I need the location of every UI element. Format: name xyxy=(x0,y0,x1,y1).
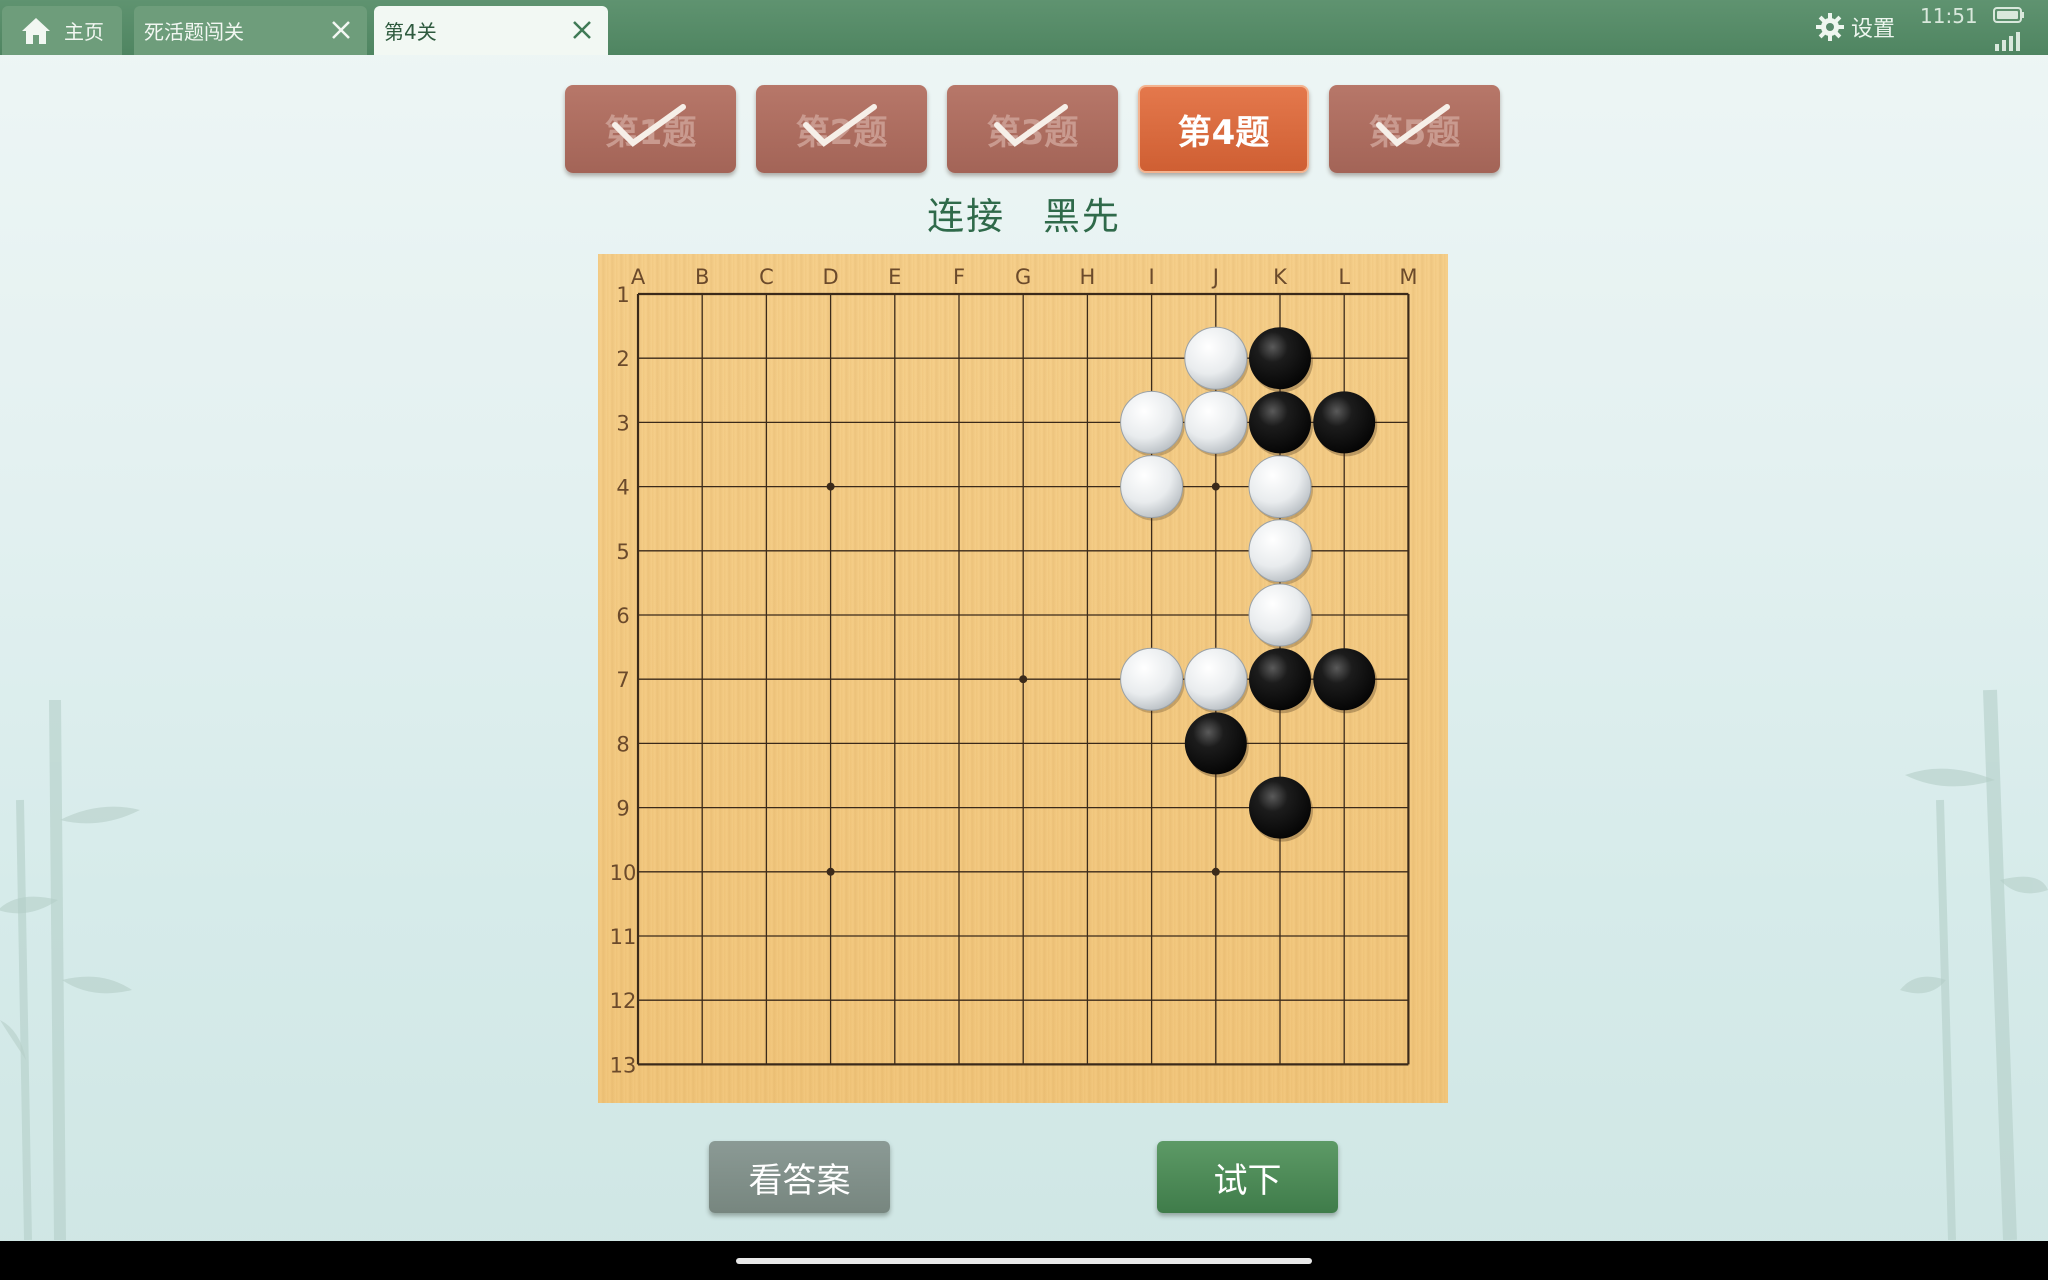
go-board[interactable]: A B C D E F G H I J K L M 1 2 3 4 5 6 7 8 9 10 11 12 13 xyxy=(598,254,1448,1103)
row-label: 12 xyxy=(610,989,637,1013)
tab-label: 主页 xyxy=(64,20,104,44)
title-bar: 主页 死活题闯关 第4关 设置 11:51 xyxy=(0,0,2048,55)
checkmark-icon xyxy=(803,104,877,147)
checkmark-icon xyxy=(1376,104,1450,147)
white-stone[interactable] xyxy=(1120,647,1184,711)
problem-description: 连接 黑先 xyxy=(0,186,2048,240)
board-grid[interactable]: A B C D E F G H I J K L M12345678910111213 xyxy=(598,254,1448,1103)
column-label: G xyxy=(1015,265,1031,289)
tab-label: 死活题闯关 xyxy=(144,20,244,44)
button-label: 看答案 xyxy=(748,1160,851,1201)
column-label: H xyxy=(1080,265,1096,289)
button-label: 试下 xyxy=(1213,1160,1282,1201)
star-point xyxy=(1211,482,1220,491)
gear-icon xyxy=(1816,13,1844,41)
question-3-button[interactable]: 第3题 xyxy=(947,85,1118,173)
home-icon xyxy=(22,17,50,44)
star-point xyxy=(826,867,835,876)
column-label: E xyxy=(888,265,901,289)
checkmark-icon xyxy=(994,104,1068,147)
bamboo-decoration-left xyxy=(0,699,140,1240)
star-point xyxy=(1019,675,1028,684)
battery-icon xyxy=(1993,7,2024,23)
row-label: 5 xyxy=(616,540,629,564)
column-label: L xyxy=(1338,265,1350,289)
row-label: 3 xyxy=(616,411,629,435)
column-label: I xyxy=(1148,265,1154,289)
row-label: 9 xyxy=(616,797,629,821)
tab-levels[interactable]: 死活题闯关 xyxy=(134,6,367,55)
white-stone[interactable] xyxy=(1184,647,1248,711)
column-label: B xyxy=(695,265,709,289)
settings-button[interactable]: 设置 xyxy=(1815,10,1895,44)
problem-first-move: 黑先 xyxy=(1042,195,1121,238)
row-label: 11 xyxy=(610,925,637,949)
problem-type: 连接 xyxy=(927,195,1006,238)
black-stone[interactable] xyxy=(1249,648,1311,711)
column-label: M xyxy=(1399,265,1417,289)
question-4-button[interactable]: 第4题 xyxy=(1138,85,1309,173)
column-label: A xyxy=(631,265,646,289)
white-stone[interactable] xyxy=(1248,455,1312,519)
black-stone[interactable] xyxy=(1184,712,1247,775)
black-stone[interactable] xyxy=(1249,391,1311,454)
close-icon[interactable] xyxy=(329,18,353,42)
show-answer-button[interactable]: 看答案 xyxy=(709,1141,890,1213)
row-label: 2 xyxy=(616,347,629,371)
column-label: D xyxy=(823,265,839,289)
white-stone[interactable] xyxy=(1120,390,1184,454)
white-stone[interactable] xyxy=(1120,455,1184,519)
row-label: 4 xyxy=(616,476,629,500)
column-label: J xyxy=(1211,265,1219,289)
row-label: 8 xyxy=(616,732,629,756)
black-stone[interactable] xyxy=(1313,648,1376,711)
question-label: 第4题 xyxy=(1177,112,1270,153)
signal-icon xyxy=(1995,32,2020,51)
black-stone[interactable] xyxy=(1249,327,1311,390)
black-stone[interactable] xyxy=(1249,776,1311,839)
white-stone[interactable] xyxy=(1248,519,1312,583)
home-indicator[interactable] xyxy=(736,1258,1312,1264)
try-move-button[interactable]: 试下 xyxy=(1157,1141,1338,1213)
star-point xyxy=(826,482,835,491)
black-stone[interactable] xyxy=(1313,391,1376,454)
column-label: F xyxy=(953,265,965,289)
settings-label: 设置 xyxy=(1851,17,1896,42)
question-2-button[interactable]: 第2题 xyxy=(756,85,927,173)
question-1-button[interactable]: 第1题 xyxy=(565,85,736,173)
star-point xyxy=(1211,867,1220,876)
white-stone[interactable] xyxy=(1184,326,1248,390)
row-label: 6 xyxy=(616,604,629,628)
close-icon[interactable] xyxy=(570,18,594,42)
bamboo-decoration-right xyxy=(1900,689,2048,1240)
tab-current-level[interactable]: 第4关 xyxy=(374,6,608,55)
white-stone[interactable] xyxy=(1184,390,1248,454)
checkmark-icon xyxy=(612,104,686,147)
row-label: 13 xyxy=(610,1053,637,1077)
row-label: 7 xyxy=(616,668,629,692)
row-label: 1 xyxy=(616,283,629,307)
column-label: K xyxy=(1273,265,1288,289)
row-label: 10 xyxy=(610,861,637,885)
white-stone[interactable] xyxy=(1248,583,1312,647)
system-nav-bar xyxy=(0,1241,2048,1280)
tab-label: 第4关 xyxy=(384,20,437,44)
question-5-button[interactable]: 第5题 xyxy=(1329,85,1500,173)
clock: 11:51 xyxy=(1920,4,1978,28)
column-label: C xyxy=(759,265,774,289)
tab-home[interactable]: 主页 xyxy=(2,6,122,55)
